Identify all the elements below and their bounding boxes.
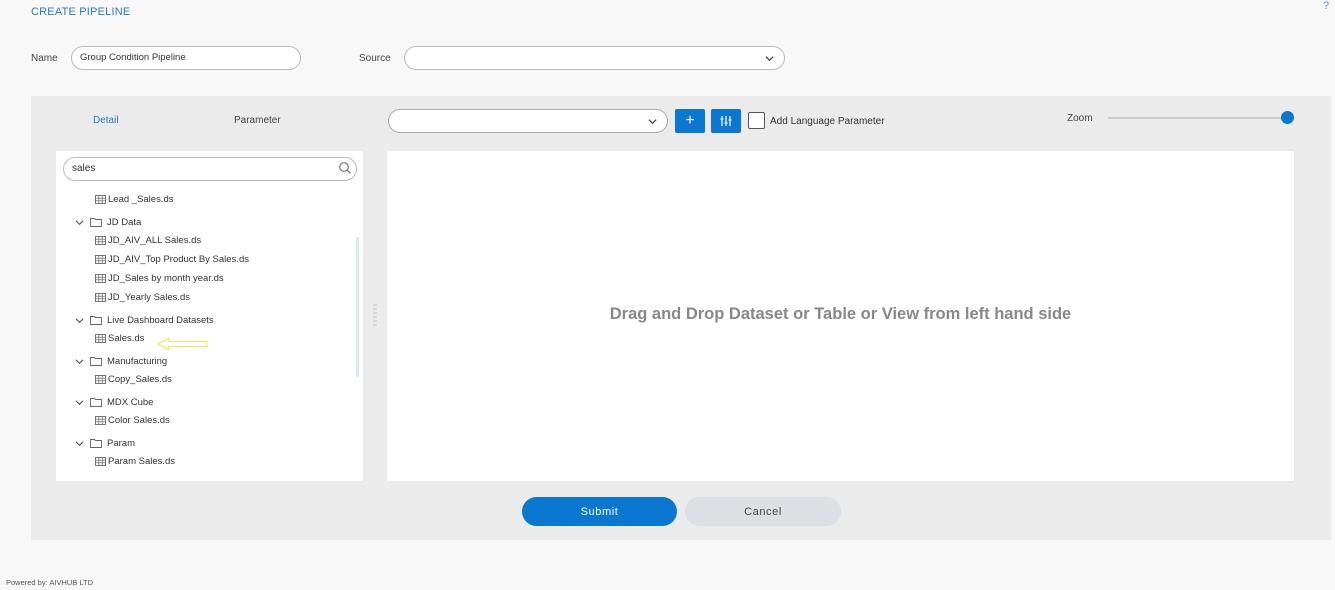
tree-folder[interactable]: JD Data: [75, 215, 141, 229]
folder-icon: [90, 357, 102, 366]
tree-item-label: Live Dashboard Datasets: [107, 314, 214, 326]
splitter-handle-icon[interactable]: [373, 303, 377, 327]
sliders-icon: [720, 116, 732, 126]
cancel-button[interactable]: Cancel: [685, 497, 841, 526]
table-icon: [95, 292, 106, 302]
tree-file[interactable]: JD_AIV_ALL Sales.ds: [95, 233, 201, 247]
source-select[interactable]: [404, 46, 785, 70]
tree-folder[interactable]: Live Dashboard Datasets: [75, 313, 214, 327]
zoom-slider-track[interactable]: [1108, 117, 1288, 119]
footer-powered-by: Powered by: AIVHUB LTD: [6, 578, 93, 587]
language-parameter-checkbox[interactable]: [748, 112, 765, 129]
folder-icon: [90, 439, 102, 448]
name-input[interactable]: Group Condition Pipeline: [71, 46, 301, 70]
tree-item-label: MDX Cube: [107, 396, 154, 408]
folder-icon: [90, 398, 102, 407]
zoom-slider-thumb[interactable]: [1281, 111, 1294, 124]
tree-item-label: JD_AIV_ALL Sales.ds: [108, 234, 202, 246]
zoom-label: Zoom: [1067, 113, 1093, 124]
tree-file[interactable]: Param Sales.ds: [95, 454, 175, 468]
canvas-hint: Drag and Drop Dataset or Table or View f…: [609, 305, 1072, 323]
tree-item-label: Copy_Sales.ds: [108, 373, 172, 385]
tree-item-label: Color Sales.ds: [108, 414, 170, 426]
arrow-left-icon: [157, 337, 208, 351]
tree-folder[interactable]: Manufacturing: [75, 354, 167, 368]
tree-item-label: JD Data: [107, 216, 142, 228]
tree-file[interactable]: JD_AIV_Top Product By Sales.ds: [95, 252, 249, 266]
language-parameter-label: Add Language Parameter: [770, 116, 885, 127]
tree-item-label: Param Sales.ds: [108, 455, 176, 467]
dataset-select[interactable]: [388, 109, 668, 133]
name-label: Name: [31, 53, 58, 64]
table-icon: [95, 273, 106, 283]
folder-icon: [90, 316, 102, 325]
table-icon: [95, 235, 106, 245]
tree-search-input[interactable]: sales: [63, 157, 357, 181]
folder-icon: [90, 218, 102, 227]
table-icon: [95, 456, 106, 466]
tree-scrollbar[interactable]: [356, 237, 359, 377]
chevron-down-icon[interactable]: [75, 357, 84, 366]
tree-item-label: Param: [107, 437, 135, 449]
search-icon[interactable]: [338, 161, 352, 175]
chevron-down-icon: [648, 119, 657, 125]
chevron-down-icon[interactable]: [75, 398, 84, 407]
settings-button[interactable]: [711, 109, 741, 133]
page-title: CREATE PIPELINE: [31, 6, 131, 18]
tree-file[interactable]: Copy_Sales.ds: [95, 372, 172, 386]
chevron-down-icon[interactable]: [75, 218, 84, 227]
tree-item-label: JD_AIV_Top Product By Sales.ds: [108, 253, 249, 265]
tree-item-label: Lead _Sales.ds: [108, 193, 174, 205]
tree-file[interactable]: JD_Yearly Sales.ds: [95, 290, 190, 304]
tab-parameter[interactable]: Parameter: [234, 115, 281, 126]
help-icon[interactable]: ?: [1323, 0, 1329, 12]
chevron-down-icon[interactable]: [75, 439, 84, 448]
tree-item-label: JD_Yearly Sales.ds: [108, 291, 191, 303]
tree-file[interactable]: JD_Sales by month year.ds: [95, 271, 224, 285]
tree-file[interactable]: Lead _Sales.ds: [95, 192, 174, 206]
tree-item-label: Sales.ds: [108, 332, 145, 344]
chevron-down-icon: [765, 56, 774, 62]
tree-folder[interactable]: MDX Cube: [75, 395, 153, 409]
tree-folder[interactable]: Param: [75, 436, 135, 450]
table-icon: [95, 333, 106, 343]
chevron-down-icon[interactable]: [75, 316, 84, 325]
table-icon: [95, 254, 106, 264]
table-icon: [95, 415, 106, 425]
tree-item-label: JD_Sales by month year.ds: [108, 272, 224, 284]
source-label: Source: [359, 53, 391, 64]
tree-file[interactable]: Color Sales.ds: [95, 413, 170, 427]
tree-item-label: Manufacturing: [107, 355, 168, 367]
submit-button[interactable]: Submit: [522, 497, 677, 526]
tab-detail[interactable]: Detail: [93, 115, 119, 126]
table-icon: [95, 194, 106, 204]
tree-file[interactable]: Sales.ds: [95, 331, 144, 345]
table-icon: [95, 374, 106, 384]
add-button[interactable]: +: [675, 109, 705, 133]
